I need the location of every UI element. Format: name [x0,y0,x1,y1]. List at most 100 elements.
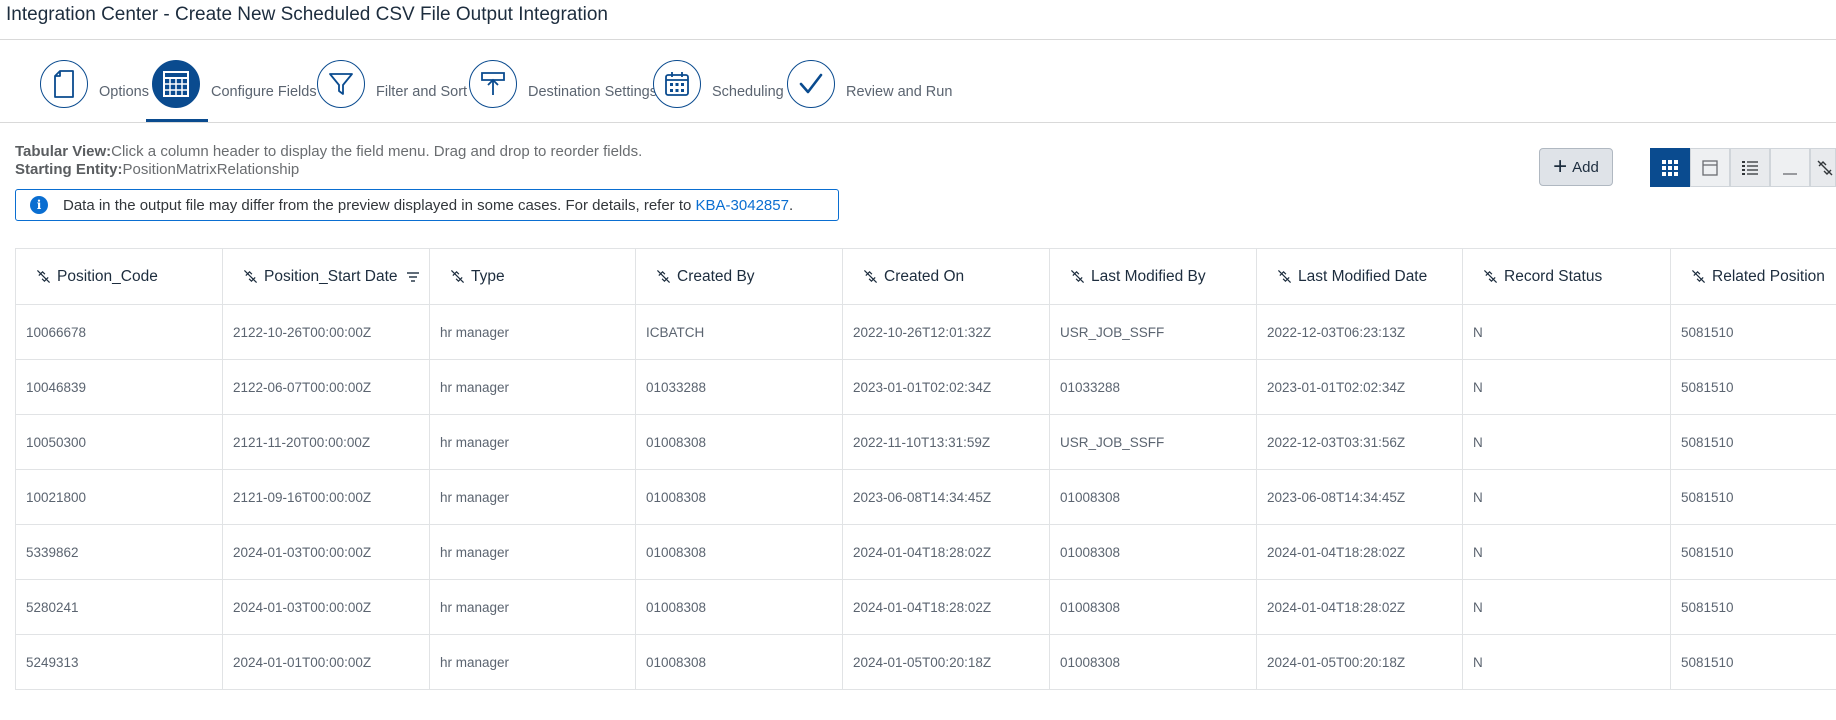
column-header-label: Created By [677,267,755,285]
column-header-label: Last Modified By [1091,267,1206,285]
step-label: Scheduling [712,84,784,100]
table-grid-icon [152,60,200,108]
table-cell: N [1462,359,1671,415]
add-button-label: Add [1572,158,1599,176]
table-cell: 2024-01-01T00:00:00Z [222,634,430,690]
grid-view-button[interactable] [1650,148,1690,187]
table-cell: 10050300 [15,414,223,470]
table-cell: N [1462,414,1671,470]
wizard-steps: Options Configure Fields Filter and Sort [0,40,1836,123]
table-cell: 10066678 [15,304,223,360]
table-cell: USR_JOB_SSFF [1049,414,1257,470]
column-header-label: Position_Code [57,267,158,285]
column-header[interactable]: Created By [635,248,843,305]
step-options[interactable]: Options [40,58,149,110]
unlink-icon [1070,269,1085,284]
column-header[interactable]: Related Position [1670,248,1836,305]
table-cell: 5081510 [1670,634,1836,690]
info-message-strip: i Data in the output file may differ fro… [15,189,839,221]
step-destination-settings[interactable]: Destination Settings [469,58,657,110]
column-header[interactable]: Position_Code [15,248,223,305]
page-title: Integration Center - Create New Schedule… [6,4,608,25]
table-cell: 2024-01-04T18:28:02Z [842,579,1050,635]
info-message-suffix: . [788,196,794,214]
table-cell: 01008308 [635,579,843,635]
unlink-icon [1817,160,1833,175]
column-header-label: Position_Start Date [264,267,398,285]
starting-entity-label: Starting Entity: [15,161,123,178]
table-cell: 5081510 [1670,304,1836,360]
kba-link[interactable]: KBA-3042857 [696,197,789,214]
column-header[interactable]: Last Modified By [1049,248,1257,305]
table-cell: USR_JOB_SSFF [1049,304,1257,360]
funnel-icon [317,60,365,108]
list-view-button[interactable] [1730,148,1770,187]
card-view-button[interactable] [1690,148,1730,187]
table-cell: 2024-01-05T00:20:18Z [842,634,1050,690]
table-cell: 2121-09-16T00:00:00Z [222,469,430,525]
table-cell: 2024-01-04T18:28:02Z [1256,524,1463,580]
table-cell: 5081510 [1670,524,1836,580]
step-label: Filter and Sort [376,84,468,100]
step-review-and-run[interactable]: Review and Run [787,58,952,110]
table-cell: hr manager [429,469,636,525]
table-cell: 2022-10-26T12:01:32Z [842,304,1050,360]
unlink-icon [36,269,51,284]
minimize-button[interactable] [1770,148,1810,187]
table-cell: 01033288 [635,359,843,415]
table-cell: 2023-06-08T14:34:45Z [1256,469,1463,525]
table-cell: 2024-01-04T18:28:02Z [842,524,1050,580]
column-header-label: Type [471,267,505,285]
column-header[interactable]: Record Status [1462,248,1671,305]
step-filter-and-sort[interactable]: Filter and Sort [317,58,467,110]
step-label: Options [99,84,149,100]
table-cell: 10021800 [15,469,223,525]
table-cell: N [1462,634,1671,690]
table-cell: 5249313 [15,634,223,690]
column-header[interactable]: Type [429,248,636,305]
table-cell: 5081510 [1670,469,1836,525]
grid-view-icon [1662,159,1678,176]
active-step-indicator [146,119,208,122]
title-bar: Integration Center - Create New Schedule… [0,0,1836,40]
table-cell: 01008308 [635,634,843,690]
table-row: 10050300 2121-11-20T00:00:00Z hr manager 01… [15,414,1836,470]
table-row: 10021800 2121-09-16T00:00:00Z hr manager 01… [15,469,1836,525]
table-cell: 2023-06-08T14:34:45Z [842,469,1050,525]
table-cell: 2023-01-01T02:02:34Z [1256,359,1463,415]
column-header[interactable]: Created On [842,248,1050,305]
column-header[interactable]: Last Modified Date [1256,248,1463,305]
unlink-icon [656,269,671,284]
table-body: 10066678 2122-10-26T00:00:00Z hr manager IC… [15,304,1836,690]
plus-icon: + [1553,153,1568,180]
table-cell: 01008308 [1049,579,1257,635]
unlink-icon [243,269,258,284]
unlink-icon [1277,269,1292,284]
table-row: 10066678 2122-10-26T00:00:00Z hr manager IC… [15,304,1836,360]
table-cell: N [1462,524,1671,580]
info-icon: i [30,196,48,214]
table-row: 5280241 2024-01-03T00:00:00Z hr manager 010… [15,579,1836,635]
table-row: 5339862 2024-01-03T00:00:00Z hr manager 010… [15,524,1836,580]
table-cell: hr manager [429,579,636,635]
table-cell: 2024-01-03T00:00:00Z [222,524,430,580]
column-header-label: Record Status [1504,267,1603,285]
add-button[interactable]: + Add [1539,148,1613,186]
sort-icon[interactable] [406,270,420,288]
document-icon [40,60,88,108]
table-cell: 5339862 [15,524,223,580]
table-header-row: Position_Code Position_Start Date Type Crea… [15,248,1836,305]
table-cell: 5081510 [1670,359,1836,415]
tabular-view-label: Tabular View: [15,143,112,160]
table-cell: hr manager [429,414,636,470]
column-header[interactable]: Position_Start Date [222,248,430,305]
minimize-icon [1783,172,1797,175]
unlink-button[interactable] [1810,148,1836,187]
table-cell: 2023-01-01T02:02:34Z [842,359,1050,415]
preview-table: Position_Code Position_Start Date Type Crea… [15,248,1836,690]
table-cell: 2121-11-20T00:00:00Z [222,414,430,470]
step-configure-fields[interactable]: Configure Fields [152,58,317,110]
unlink-icon [863,269,878,284]
step-scheduling[interactable]: Scheduling [653,58,784,110]
table-cell: 01008308 [1049,469,1257,525]
